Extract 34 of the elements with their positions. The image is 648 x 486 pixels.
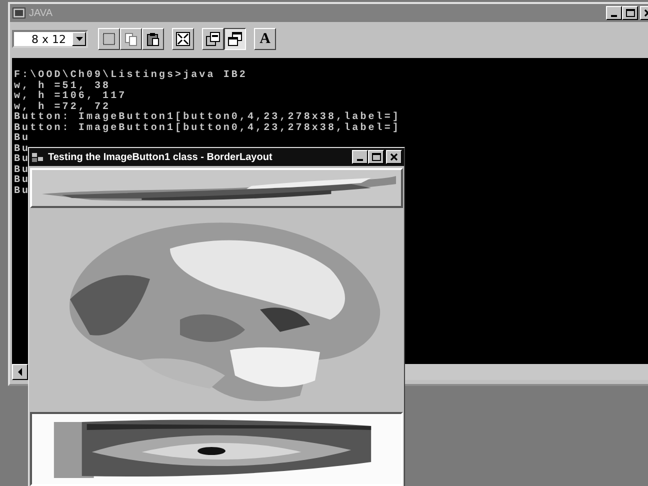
maximize-icon xyxy=(626,9,634,17)
console-line: w, h =51, 38 xyxy=(14,82,111,92)
window-icon xyxy=(31,151,45,163)
window-title: JAVA xyxy=(29,8,53,18)
console-line: Bu xyxy=(14,166,30,176)
close-button[interactable] xyxy=(386,150,402,164)
toolbar-button[interactable] xyxy=(224,28,246,50)
fullscreen-icon xyxy=(175,31,191,47)
close-icon xyxy=(390,153,398,161)
console-line: Button: ImageButton1[button0,4,23,278x38,label=] xyxy=(14,113,400,123)
left-arrow-icon xyxy=(17,368,23,376)
mark-icon xyxy=(101,31,117,47)
console-line: Bu xyxy=(14,144,30,154)
console-line: Bu xyxy=(14,176,30,186)
dropdown-arrow-icon xyxy=(76,37,82,41)
window-title: Testing the ImageButton1 class - BorderLayout xyxy=(48,152,272,162)
copy-icon xyxy=(123,31,139,47)
window-icon xyxy=(12,7,26,19)
font-button[interactable]: A xyxy=(254,28,276,50)
minimize-button[interactable] xyxy=(352,150,368,164)
console-line: w, h =106, 117 xyxy=(14,92,127,102)
console-line: Bu xyxy=(14,155,30,165)
clipboard-icon xyxy=(145,31,161,47)
console-line: F:\OOD\Ch09\Listings>java IB2 xyxy=(14,71,248,81)
maximize-button[interactable] xyxy=(368,150,384,164)
scroll-left-button[interactable] xyxy=(12,364,28,380)
console-line: Bu xyxy=(14,186,30,197)
console-line: Button: ImageButton1[button0,4,23,278x38,label=] xyxy=(14,124,400,134)
console-line: Bu xyxy=(14,134,30,144)
properties-icon xyxy=(205,31,221,47)
console-line: w, h =72, 72 xyxy=(14,102,111,112)
maximize-icon xyxy=(372,153,380,161)
font-size-dropdown[interactable]: 8 x 12 xyxy=(12,30,88,48)
windows-icon xyxy=(227,31,243,47)
